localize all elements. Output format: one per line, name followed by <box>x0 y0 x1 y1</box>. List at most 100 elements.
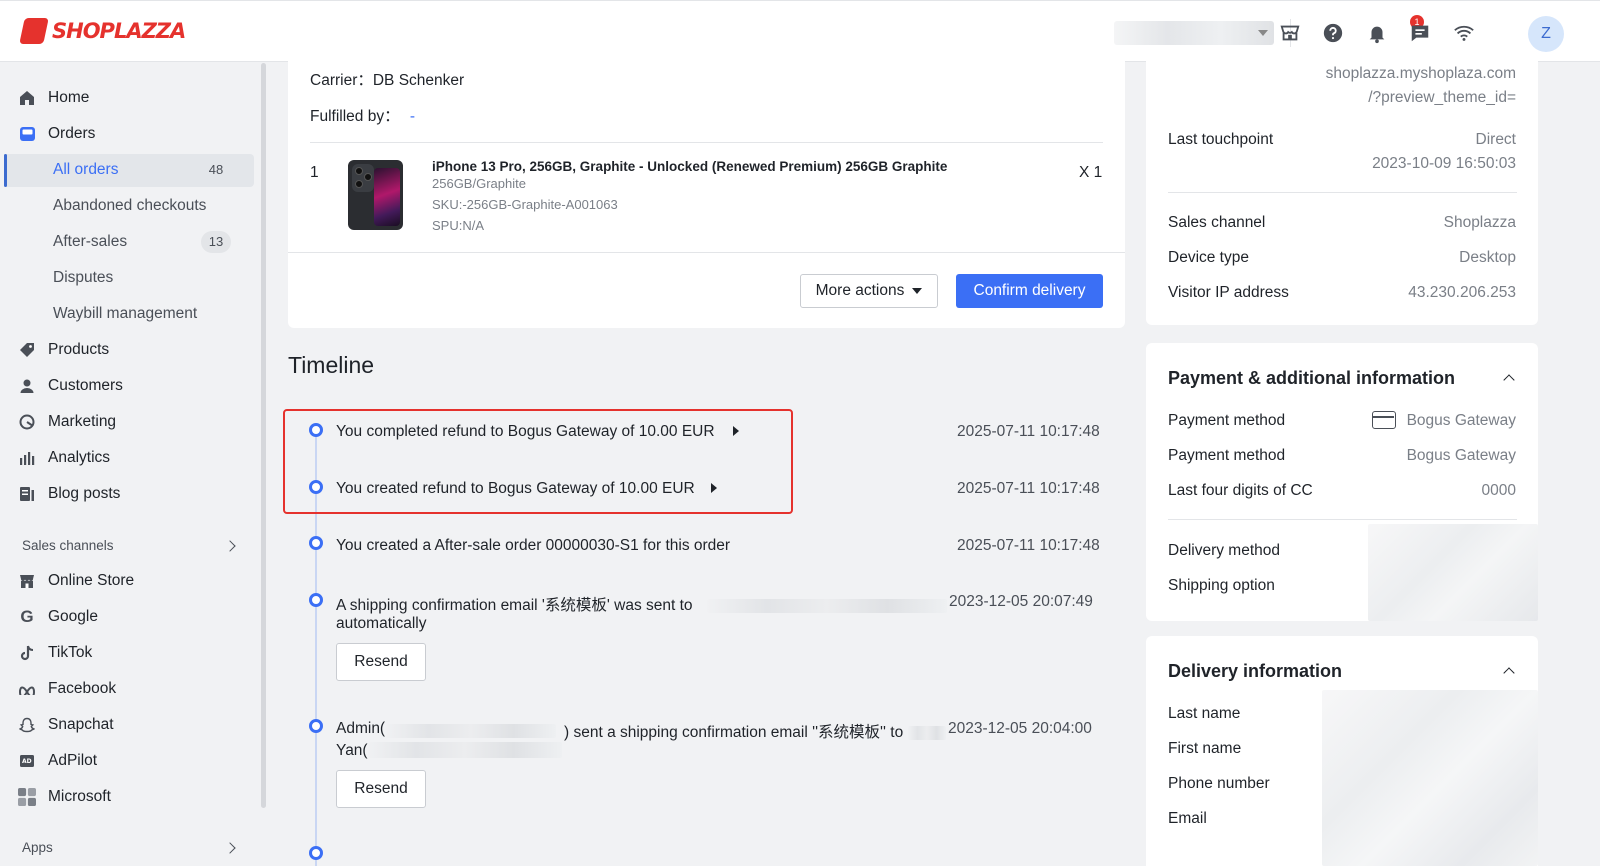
resend-button[interactable]: Resend <box>336 770 426 808</box>
sidebar-label: Marketing <box>48 413 117 430</box>
caret-down-icon <box>912 288 923 294</box>
resend-button[interactable]: Resend <box>336 643 426 681</box>
sales-channel-label: Sales channel <box>1168 214 1266 231</box>
payment-method-label: Payment method <box>1168 412 1286 429</box>
sidebar-item-all-orders[interactable]: All orders <box>53 155 118 185</box>
sidebar-item-facebook[interactable]: Facebook <box>18 674 116 704</box>
delivery-method-label: Delivery method <box>1168 542 1280 559</box>
shipping-option-label: Shipping option <box>1168 577 1275 594</box>
timeline-event-text: You created a After-sale order 00000030-… <box>336 537 731 554</box>
timeline-dot <box>309 423 323 437</box>
more-actions-button[interactable]: More actions <box>800 274 938 308</box>
product-quantity: X 1 <box>1079 164 1103 181</box>
sidebar-label: AdPilot <box>48 752 98 769</box>
cc-digits-value: 0000 <box>1481 482 1516 499</box>
chat-icon[interactable] <box>1409 22 1431 44</box>
wifi-icon[interactable] <box>1453 22 1475 44</box>
timeline-event-text: Admin( <box>336 720 386 737</box>
sidebar-label: Facebook <box>48 680 117 697</box>
timeline-dot <box>309 846 323 860</box>
timeline-event-time: 2025-07-11 10:17:48 <box>957 480 1100 497</box>
fulfilled-by-label: Fulfilled by： <box>310 108 400 125</box>
sidebar-item-snapchat[interactable]: Snapchat <box>18 710 114 740</box>
shoplazza-logo[interactable]: SHOPLAZZA <box>19 18 186 44</box>
last-name-label: Last name <box>1168 705 1241 722</box>
meta-icon <box>18 680 36 698</box>
sidebar-item-microsoft[interactable]: Microsoft <box>18 782 111 812</box>
redacted-name <box>368 742 562 758</box>
sidebar-label: Home <box>48 89 90 106</box>
sidebar-item-blog-posts[interactable]: Blog posts <box>18 479 120 509</box>
sidebar-label: All orders <box>53 161 119 178</box>
sidebar-item-products[interactable]: Products <box>18 335 109 365</box>
microsoft-icon <box>18 788 36 806</box>
landing-page-url[interactable]: /?preview_theme_id= <box>1368 89 1516 107</box>
timeline-event-time: 2023-12-05 20:07:49 <box>949 593 1093 610</box>
timeline-event-text: A shipping confirmation email '系统模板' was… <box>336 597 693 614</box>
sidebar-item-online-store[interactable]: Online Store <box>18 566 134 596</box>
sidebar-item-waybill-management[interactable]: Waybill management <box>53 299 197 329</box>
snapchat-icon <box>18 716 36 734</box>
cc-digits-label: Last four digits of CC <box>1168 482 1313 499</box>
timeline-event-text: You created refund to Bogus Gateway of 1… <box>336 480 695 497</box>
redacted-recipient <box>908 726 946 740</box>
expand-triangle-icon[interactable] <box>711 483 717 493</box>
timeline-event-time: 2025-07-11 10:17:48 <box>957 537 1100 554</box>
bar-chart-icon <box>18 449 36 467</box>
sidebar-item-marketing[interactable]: Marketing <box>18 407 116 437</box>
button-label: More actions <box>815 282 905 299</box>
home-icon <box>18 89 36 107</box>
timeline-dot <box>309 719 323 733</box>
tiktok-icon <box>18 644 36 662</box>
active-nav-indicator <box>4 154 7 187</box>
product-title[interactable]: iPhone 13 Pro, 256GB, Graphite - Unlocke… <box>432 159 947 174</box>
orders-icon <box>18 125 36 143</box>
credit-card-icon <box>1372 411 1396 429</box>
divider <box>1168 192 1517 193</box>
sidebar-item-disputes[interactable]: Disputes <box>53 263 113 293</box>
timeline-title: Timeline <box>288 352 375 378</box>
sidebar-label: Products <box>48 341 110 358</box>
timeline-dot <box>309 536 323 550</box>
sidebar-item-adpilot[interactable]: AD AdPilot <box>18 746 97 776</box>
sidebar-label: Snapchat <box>48 716 114 733</box>
help-icon[interactable] <box>1322 22 1344 44</box>
sidebar-item-customers[interactable]: Customers <box>18 371 123 401</box>
sidebar-label: TikTok <box>48 644 93 661</box>
divider <box>1168 519 1517 520</box>
sales-channels-heading: Sales channels <box>22 538 114 553</box>
adpilot-icon: AD <box>18 752 36 770</box>
caret-down-icon[interactable] <box>1258 30 1268 36</box>
product-variant: 256GB/Graphite <box>432 176 526 191</box>
blog-icon <box>18 485 36 503</box>
expand-triangle-icon[interactable] <box>733 426 739 436</box>
sidebar-label: Customers <box>48 377 123 394</box>
sidebar-label: Waybill management <box>53 305 198 322</box>
sidebar-item-home[interactable]: Home <box>18 83 89 113</box>
user-avatar[interactable]: Z <box>1528 16 1564 52</box>
sidebar-label: Analytics <box>48 449 111 466</box>
sidebar-label: Online Store <box>48 572 135 589</box>
camera-module <box>352 164 374 192</box>
store-selector[interactable] <box>1114 21 1274 45</box>
product-image[interactable] <box>348 160 403 230</box>
store-icon[interactable] <box>1279 22 1301 44</box>
sidebar-scrollbar[interactable] <box>261 63 266 808</box>
bell-icon[interactable] <box>1366 22 1388 44</box>
divider <box>288 252 1125 253</box>
timeline-event-time: 2023-12-05 20:04:00 <box>948 720 1092 737</box>
product-spu: SPU:N/A <box>432 218 485 233</box>
google-icon: G <box>20 607 34 626</box>
sidebar-item-abandoned-checkouts[interactable]: Abandoned checkouts <box>53 191 206 221</box>
sidebar-item-after-sales[interactable]: After-sales <box>53 227 127 257</box>
sidebar-label: Blog posts <box>48 485 121 502</box>
sidebar-item-tiktok[interactable]: TikTok <box>18 638 92 668</box>
sidebar-item-analytics[interactable]: Analytics <box>18 443 110 473</box>
landing-page-url[interactable]: shoplazza.myshoplaza.com <box>1326 65 1516 83</box>
confirm-delivery-button[interactable]: Confirm delivery <box>956 274 1103 308</box>
sidebar-item-google[interactable]: G Google <box>18 602 98 632</box>
payment-method-value: Bogus Gateway <box>1406 447 1516 464</box>
last-touchpoint-value: Direct <box>1475 131 1516 148</box>
sidebar-label: Orders <box>48 125 96 142</box>
sidebar-item-orders[interactable]: Orders <box>18 119 95 149</box>
